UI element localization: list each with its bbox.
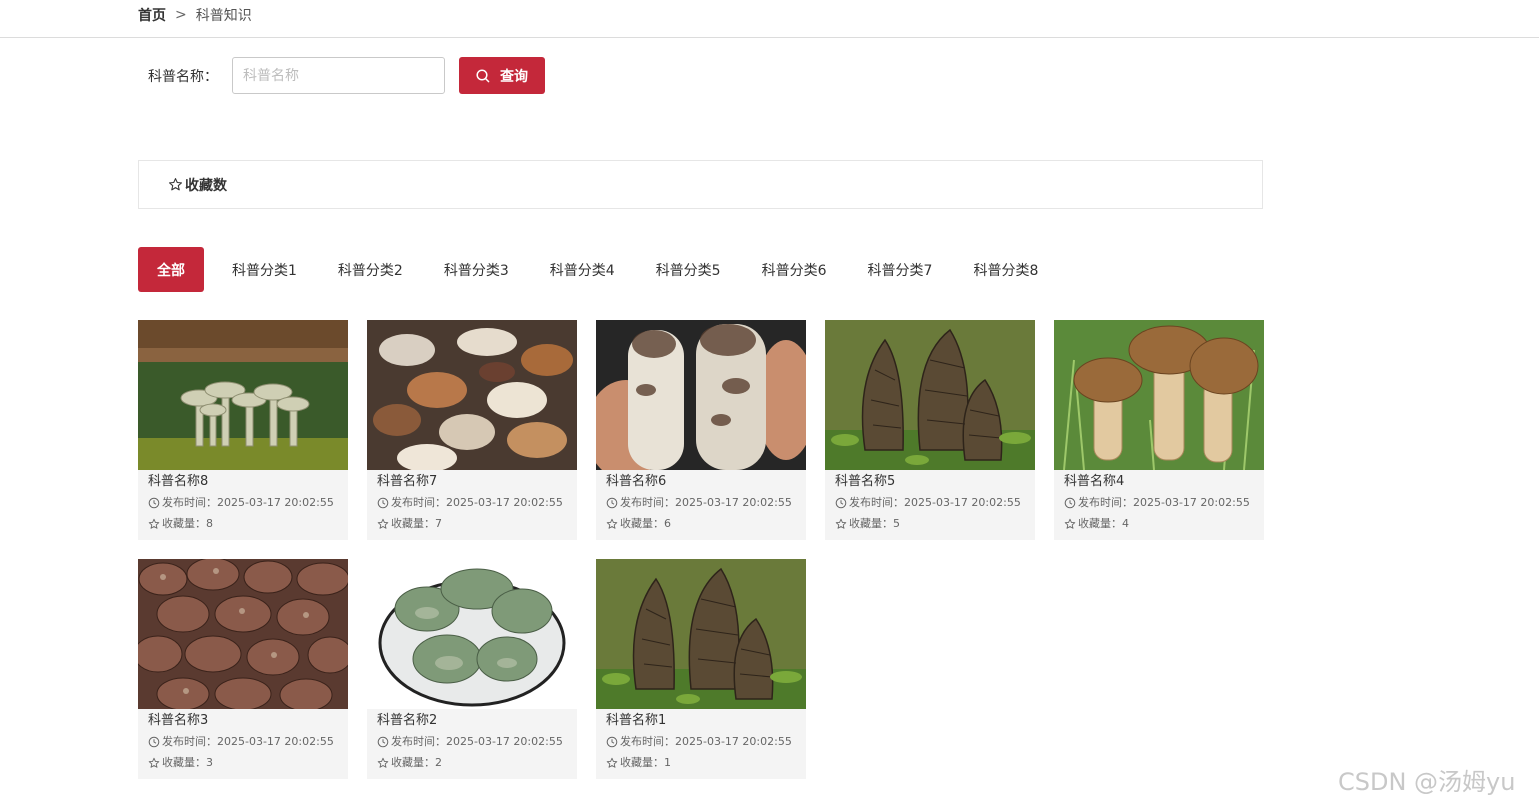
article-thumbnail[interactable] — [367, 559, 577, 709]
article-publish-time: 发布时间： 2025-03-17 20:02:55 — [606, 492, 796, 513]
article-publish-time: 发布时间： 2025-03-17 20:02:55 — [148, 731, 338, 752]
article-title[interactable]: 科普名称3 — [148, 711, 338, 731]
star-icon — [606, 757, 618, 769]
clock-icon — [148, 736, 160, 748]
clock-icon — [377, 497, 389, 509]
breadcrumb-current: 科普知识 — [195, 8, 252, 24]
tab-category-6[interactable]: 科普分类6 — [748, 247, 841, 292]
article-publish-time: 发布时间： 2025-03-17 20:02:55 — [835, 492, 1025, 513]
article-title[interactable]: 科普名称6 — [606, 472, 796, 492]
article-thumbnail[interactable] — [596, 320, 806, 470]
clock-icon — [148, 497, 160, 509]
article-title[interactable]: 科普名称4 — [1064, 472, 1254, 492]
article-card[interactable]: 科普名称6 发布时间： 2025-03-17 20:02:55 收藏量： 6 — [596, 320, 806, 540]
search-form: 科普名称： 查询 — [148, 57, 545, 94]
search-button[interactable]: 查询 — [459, 57, 545, 94]
article-favorites: 收藏量： 1 — [606, 752, 796, 773]
article-publish-time: 发布时间： 2025-03-17 20:02:55 — [148, 492, 338, 513]
star-icon — [1064, 518, 1076, 530]
article-favorites: 收藏量： 2 — [377, 752, 567, 773]
tab-category-1[interactable]: 科普分类1 — [218, 247, 311, 292]
article-title[interactable]: 科普名称2 — [377, 711, 567, 731]
article-publish-time: 发布时间： 2025-03-17 20:02:55 — [377, 492, 567, 513]
article-favorites: 收藏量： 6 — [606, 513, 796, 534]
article-thumbnail[interactable] — [825, 320, 1035, 470]
article-card[interactable]: 科普名称1 发布时间： 2025-03-17 20:02:55 收藏量： 1 — [596, 559, 806, 779]
star-icon — [168, 177, 183, 192]
star-icon — [148, 757, 160, 769]
article-favorites: 收藏量： 8 — [148, 513, 338, 534]
article-favorites: 收藏量： 4 — [1064, 513, 1254, 534]
article-favorites: 收藏量： 7 — [377, 513, 567, 534]
article-card[interactable]: 科普名称2 发布时间： 2025-03-17 20:02:55 收藏量： 2 — [367, 559, 577, 779]
breadcrumb-separator: > — [175, 7, 187, 23]
watermark: CSDN @汤姆yu — [1338, 768, 1516, 796]
article-title[interactable]: 科普名称7 — [377, 472, 567, 492]
article-thumbnail[interactable] — [596, 559, 806, 709]
article-publish-time: 发布时间： 2025-03-17 20:02:55 — [1064, 492, 1254, 513]
tab-category-5[interactable]: 科普分类5 — [642, 247, 735, 292]
clock-icon — [606, 736, 618, 748]
article-card[interactable]: 科普名称3 发布时间： 2025-03-17 20:02:55 收藏量： 3 — [138, 559, 348, 779]
article-favorites: 收藏量： 3 — [148, 752, 338, 773]
star-icon — [835, 518, 847, 530]
search-input[interactable] — [232, 57, 445, 94]
article-title[interactable]: 科普名称8 — [148, 472, 338, 492]
sort-label: 收藏数 — [185, 177, 227, 194]
article-grid: 科普名称8 发布时间： 2025-03-17 20:02:55 收藏量： 8 科普名… — [138, 320, 1268, 779]
article-publish-time: 发布时间： 2025-03-17 20:02:55 — [377, 731, 567, 752]
article-favorites: 收藏量： 5 — [835, 513, 1025, 534]
search-button-label: 查询 — [500, 68, 528, 85]
breadcrumb-home[interactable]: 首页 — [138, 5, 166, 25]
article-publish-time: 发布时间： 2025-03-17 20:02:55 — [606, 731, 796, 752]
tab-category-8[interactable]: 科普分类8 — [959, 247, 1052, 292]
article-card[interactable]: 科普名称4 发布时间： 2025-03-17 20:02:55 收藏量： 4 — [1054, 320, 1264, 540]
article-thumbnail[interactable] — [367, 320, 577, 470]
article-title[interactable]: 科普名称5 — [835, 472, 1025, 492]
tab-all[interactable]: 全部 — [138, 247, 204, 292]
clock-icon — [835, 497, 847, 509]
sort-bar: 收藏数 — [138, 160, 1263, 209]
tab-category-7[interactable]: 科普分类7 — [854, 247, 947, 292]
article-card[interactable]: 科普名称8 发布时间： 2025-03-17 20:02:55 收藏量： 8 — [138, 320, 348, 540]
search-icon — [476, 68, 490, 83]
category-tabs: 全部 科普分类1 科普分类2 科普分类3 科普分类4 科普分类5 科普分类6 科… — [138, 247, 1065, 292]
star-icon — [148, 518, 160, 530]
tab-category-2[interactable]: 科普分类2 — [324, 247, 417, 292]
article-title[interactable]: 科普名称1 — [606, 711, 796, 731]
star-icon — [377, 757, 389, 769]
tab-category-3[interactable]: 科普分类3 — [430, 247, 523, 292]
tab-category-4[interactable]: 科普分类4 — [536, 247, 629, 292]
sort-by-favorites[interactable]: 收藏数 — [168, 175, 227, 195]
article-thumbnail[interactable] — [138, 320, 348, 470]
clock-icon — [606, 497, 618, 509]
article-thumbnail[interactable] — [1054, 320, 1264, 470]
header-divider — [0, 37, 1539, 38]
star-icon — [377, 518, 389, 530]
article-card[interactable]: 科普名称5 发布时间： 2025-03-17 20:02:55 收藏量： 5 — [825, 320, 1035, 540]
clock-icon — [377, 736, 389, 748]
clock-icon — [1064, 497, 1076, 509]
star-icon — [606, 518, 618, 530]
article-card[interactable]: 科普名称7 发布时间： 2025-03-17 20:02:55 收藏量： 7 — [367, 320, 577, 540]
breadcrumb: 首页 > 科普知识 — [138, 5, 252, 25]
search-label: 科普名称： — [148, 68, 218, 85]
article-thumbnail[interactable] — [138, 559, 348, 709]
